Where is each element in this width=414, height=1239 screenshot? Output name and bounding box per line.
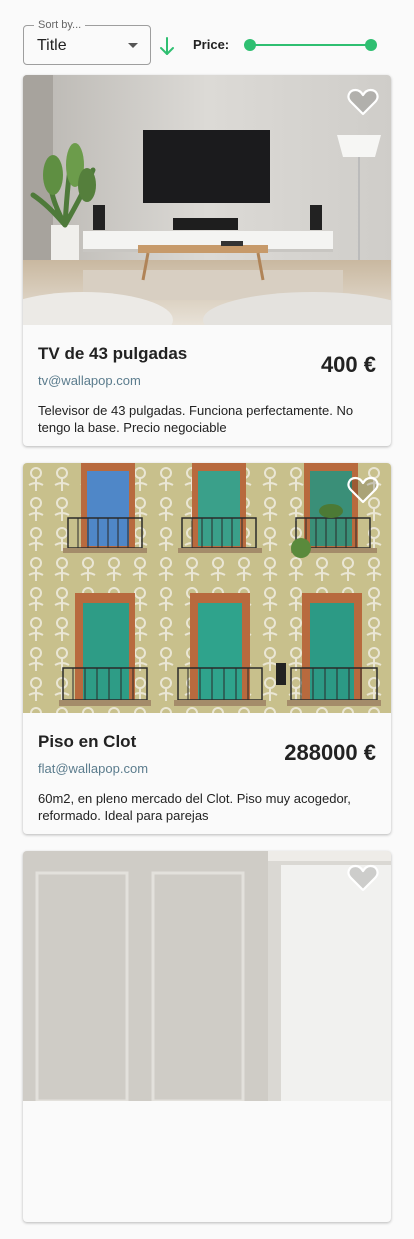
- product-card[interactable]: Piso en Clot flat@wallapop.com 288000 € …: [23, 463, 391, 834]
- toolbar: Sort by... Title Price:: [0, 0, 414, 75]
- product-list: TV de 43 pulgadas tv@wallapop.com 400 € …: [23, 75, 391, 1239]
- product-description: Televisor de 43 pulgadas. Funciona perfe…: [38, 403, 354, 435]
- product-image: [23, 851, 391, 1101]
- sort-select[interactable]: Sort by... Title: [23, 18, 151, 65]
- heart-outline-icon[interactable]: [347, 475, 379, 505]
- product-card[interactable]: TV de 43 pulgadas tv@wallapop.com 400 € …: [23, 75, 391, 446]
- sort-select-label: Sort by...: [34, 18, 86, 32]
- product-email[interactable]: tv@wallapop.com: [38, 373, 141, 389]
- sort-select-value: Title: [37, 37, 67, 54]
- product-description: 60m2, en pleno mercado del Clot. Piso mu…: [38, 791, 351, 823]
- heart-outline-icon[interactable]: [347, 87, 379, 117]
- product-price: 400 €: [320, 352, 376, 377]
- price-max-thumb[interactable]: [365, 39, 377, 51]
- product-title: Piso en Clot: [38, 732, 137, 751]
- product-email[interactable]: flat@wallapop.com: [38, 761, 148, 777]
- price-slider-track: [250, 44, 371, 46]
- price-min-thumb[interactable]: [244, 39, 256, 51]
- chevron-down-icon: [128, 43, 138, 48]
- product-image: [23, 463, 391, 713]
- arrow-down-icon[interactable]: [157, 35, 177, 57]
- product-image: [23, 75, 391, 325]
- price-filter-label: Price:: [193, 37, 230, 52]
- product-card[interactable]: [23, 851, 391, 1222]
- heart-outline-icon[interactable]: [347, 863, 379, 893]
- product-title: TV de 43 pulgadas: [38, 344, 188, 363]
- product-price: 288000 €: [284, 740, 376, 765]
- price-range-slider[interactable]: [243, 38, 378, 52]
